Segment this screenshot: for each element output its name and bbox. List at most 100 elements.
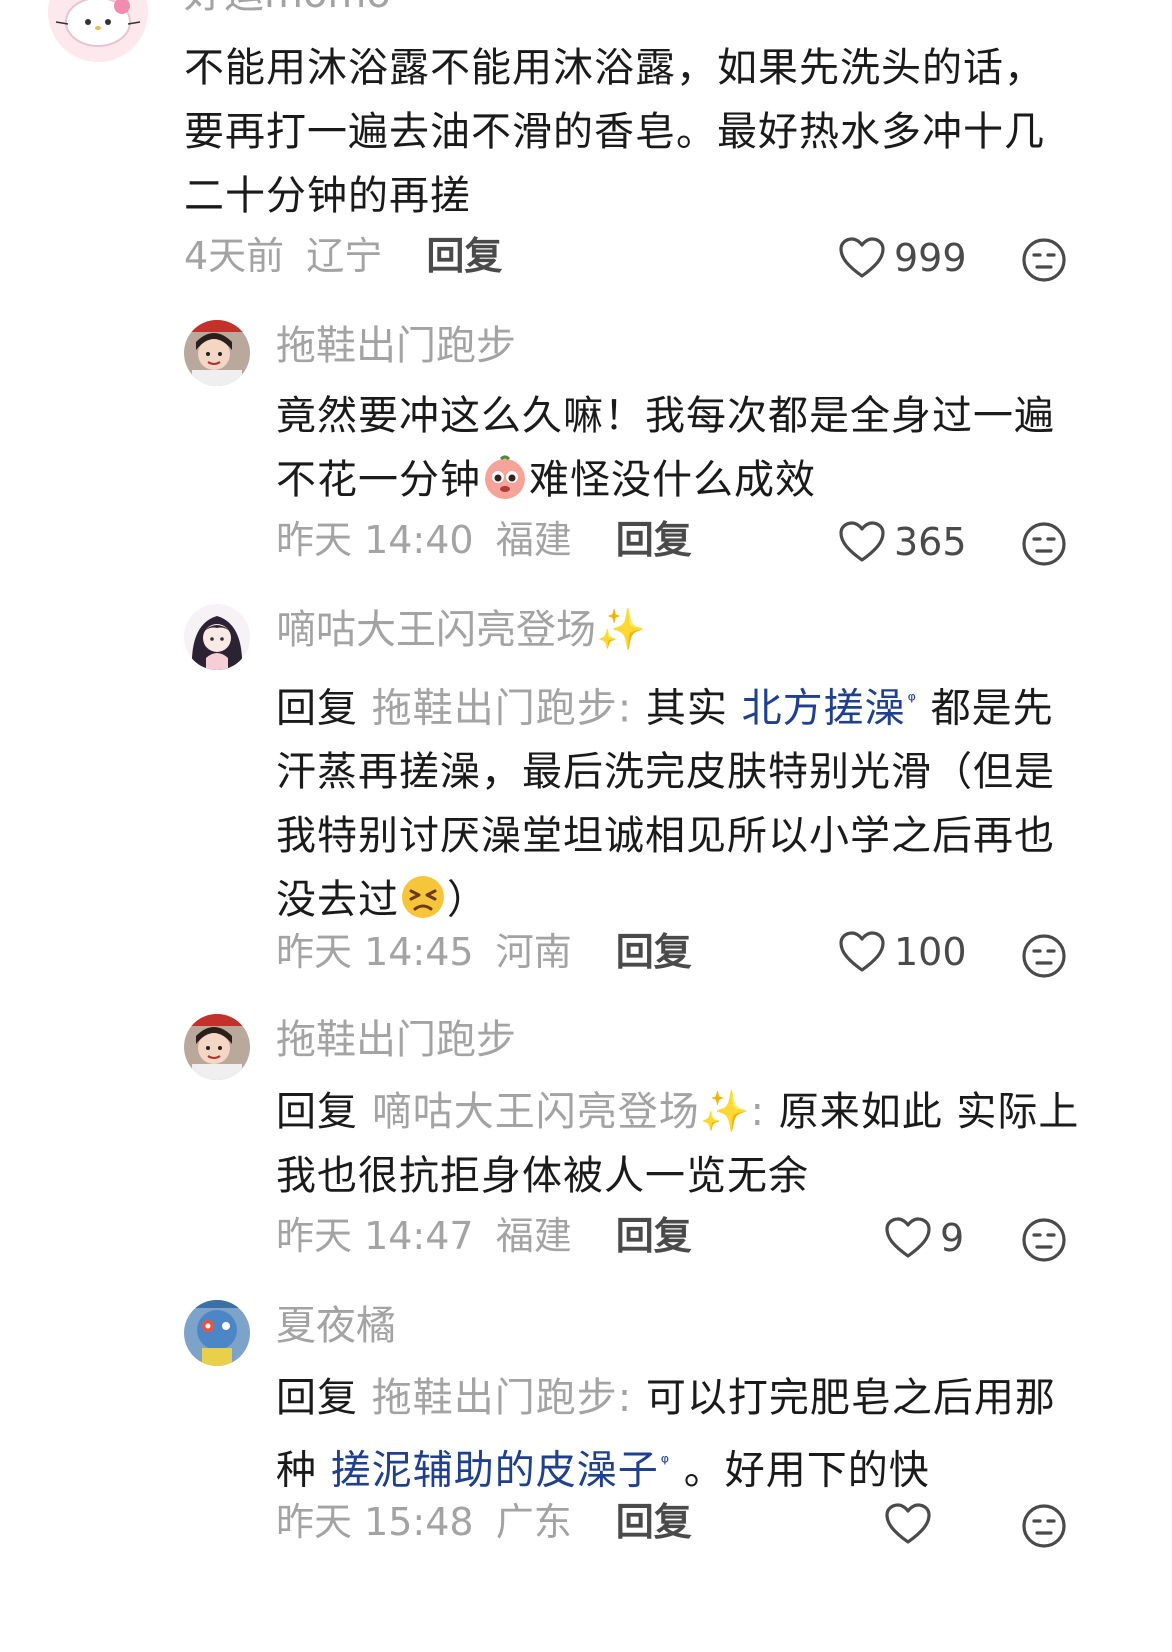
comment-meta: 昨天 14:40 福建 回复: [276, 516, 692, 564]
comment-list: 好运momo 不能用沐浴露不能用沐浴露，如果先洗头的话， 要再打一遍去油不滑的香…: [0, 0, 1172, 1652]
timestamp: 昨天 14:47: [276, 1214, 474, 1258]
comment-meta: 昨天 15:48 广东 回复: [276, 1498, 692, 1546]
neutral-face-icon: [1022, 1504, 1066, 1548]
timestamp: 4天前: [184, 234, 285, 278]
like-button[interactable]: 9: [884, 1214, 964, 1262]
comment-text-line: 回复 拖鞋出门跑步: 其实 北方搓澡 ᵠ 都是先: [276, 668, 1096, 740]
comment-text: 竟然要冲这么久嘛！我每次都是全身过一遍 不花一分钟 难怪没什么成效: [276, 384, 1096, 512]
text-segment: 难怪没什么成效: [529, 457, 816, 503]
location: 河南: [495, 930, 572, 974]
location: 广东: [495, 1500, 572, 1544]
avatar[interactable]: [184, 320, 250, 386]
comment-meta: 昨天 14:47 福建 回复: [276, 1212, 692, 1260]
neutral-face-icon: [1022, 1218, 1066, 1262]
reply-target-user[interactable]: 拖鞋出门跑步:: [372, 685, 632, 731]
persevering-face-emoji-icon: [402, 876, 444, 919]
reply-button[interactable]: 回复: [616, 1214, 692, 1258]
avatar[interactable]: [184, 604, 250, 670]
neutral-face-icon: [1022, 934, 1066, 978]
reply-prefix: 回复: [276, 1375, 358, 1421]
location: 福建: [495, 518, 572, 562]
text-segment: 不花一分钟: [276, 457, 481, 503]
avatar[interactable]: [184, 1300, 250, 1366]
text-segment: 种: [276, 1447, 331, 1494]
neutral-face-icon: [1022, 522, 1066, 566]
comment-text-line: 不能用沐浴露不能用沐浴露，如果先洗头的话，: [184, 45, 1045, 91]
reply-button[interactable]: 回复: [426, 234, 502, 278]
comment-meta: 昨天 14:45 河南 回复: [276, 928, 692, 976]
reply-button[interactable]: 回复: [616, 1500, 692, 1544]
search-link[interactable]: 搓泥辅助的皮澡子: [331, 1447, 659, 1493]
comment-text: 回复 嘀咕大王闪亮登场✨: 原来如此 实际上 我也很抗拒身体被人一览无余: [276, 1080, 1116, 1208]
pleading-face-emoji-icon: [485, 455, 525, 499]
comment-text: 回复 拖鞋出门跑步: 可以打完肥皂之后用那 种 搓泥辅助的皮澡子 ᵠ 。好用下的快: [276, 1366, 1096, 1502]
like-count: 100: [894, 930, 967, 974]
timestamp: 昨天 14:40: [276, 518, 474, 562]
text-segment: 原来如此 实际上: [765, 1089, 1080, 1135]
text-segment: 可以打完肥皂之后用那: [632, 1375, 1056, 1421]
avatar[interactable]: [48, 0, 148, 62]
search-marker-icon[interactable]: ᵠ: [661, 1450, 670, 1474]
heart-icon: [839, 521, 885, 562]
toy-avatar-icon: [184, 1300, 250, 1366]
girl-avatar-icon: [184, 604, 250, 670]
person-avatar-icon: [184, 320, 250, 386]
comment-text-line: 回复 拖鞋出门跑步: 可以打完肥皂之后用那: [276, 1366, 1096, 1430]
like-button[interactable]: [884, 1500, 940, 1548]
heart-icon: [885, 1503, 931, 1544]
comment-text-line: 回复 嘀咕大王闪亮登场✨: 原来如此 实际上: [276, 1080, 1116, 1144]
hello-kitty-avatar-icon: [48, 0, 148, 62]
like-count: 999: [894, 236, 967, 280]
reply-prefix: 回复: [276, 1089, 358, 1135]
like-button[interactable]: 365: [838, 518, 967, 566]
heart-icon: [885, 1217, 931, 1258]
comment-text: 不能用沐浴露不能用沐浴露，如果先洗头的话， 要再打一遍去油不滑的香皂。最好热水多…: [184, 36, 1084, 228]
comment-text-line: 我也很抗拒身体被人一览无余: [276, 1153, 809, 1199]
text-segment: 其实: [632, 685, 742, 732]
dislike-button[interactable]: [1020, 1216, 1068, 1264]
username[interactable]: 夏夜橘: [276, 1302, 396, 1350]
dislike-button[interactable]: [1020, 932, 1068, 980]
username[interactable]: 好运momo: [184, 0, 391, 18]
comment-text-line: 要再打一遍去油不滑的香皂。最好热水多冲十几: [184, 109, 1045, 155]
search-marker-icon[interactable]: ᵠ: [908, 688, 917, 712]
comment-text-line: 种 搓泥辅助的皮澡子 ᵠ 。好用下的快: [276, 1430, 1096, 1502]
dislike-button[interactable]: [1020, 520, 1068, 568]
dislike-button[interactable]: [1020, 1502, 1068, 1550]
text-segment: 。好用下的快: [670, 1447, 930, 1494]
comment-text-line: 我特别讨厌澡堂坦诚相见所以小学之后再也: [276, 813, 1055, 860]
reply-prefix: 回复: [276, 685, 358, 732]
person-avatar-icon: [184, 1014, 250, 1080]
username[interactable]: 拖鞋出门跑步: [276, 1016, 516, 1064]
reply-button[interactable]: 回复: [616, 518, 692, 562]
text-segment: 没去过: [276, 877, 399, 924]
reply-target-user[interactable]: 嘀咕大王闪亮登场✨:: [372, 1089, 765, 1135]
comment-text-line: 二十分钟的再搓: [184, 173, 471, 219]
comment-text: 回复 拖鞋出门跑步: 其实 北方搓澡 ᵠ 都是先 汗蒸再搓澡，最后洗完皮肤特别光滑…: [276, 668, 1096, 932]
like-count: 9: [940, 1216, 965, 1260]
timestamp: 昨天 15:48: [276, 1500, 474, 1544]
comment-text-line: 汗蒸再搓澡，最后洗完皮肤特别光滑（但是: [276, 749, 1055, 796]
text-segment: ）: [447, 877, 488, 924]
location: 辽宁: [306, 234, 383, 278]
comment-text-line: 不花一分钟 难怪没什么成效: [276, 448, 1096, 512]
username[interactable]: 嘀咕大王闪亮登场✨: [276, 606, 646, 654]
username[interactable]: 拖鞋出门跑步: [276, 322, 516, 370]
heart-icon: [839, 931, 885, 972]
timestamp: 昨天 14:45: [276, 930, 474, 974]
text-segment: 都是先: [916, 685, 1054, 732]
like-count: 365: [894, 520, 967, 564]
comment-meta: 4天前 辽宁 回复: [184, 232, 502, 280]
avatar[interactable]: [184, 1014, 250, 1080]
comment-text-line: 没去过 ）: [276, 868, 1096, 932]
search-link[interactable]: 北方搓澡: [742, 685, 906, 731]
neutral-face-icon: [1022, 238, 1066, 282]
like-button[interactable]: 999: [838, 234, 967, 282]
location: 福建: [495, 1214, 572, 1258]
heart-icon: [839, 237, 885, 278]
reply-target-user[interactable]: 拖鞋出门跑步:: [372, 1375, 632, 1421]
like-button[interactable]: 100: [838, 928, 967, 976]
dislike-button[interactable]: [1020, 236, 1068, 284]
comment-text-line: 竟然要冲这么久嘛！我每次都是全身过一遍: [276, 393, 1055, 439]
reply-button[interactable]: 回复: [616, 930, 692, 974]
